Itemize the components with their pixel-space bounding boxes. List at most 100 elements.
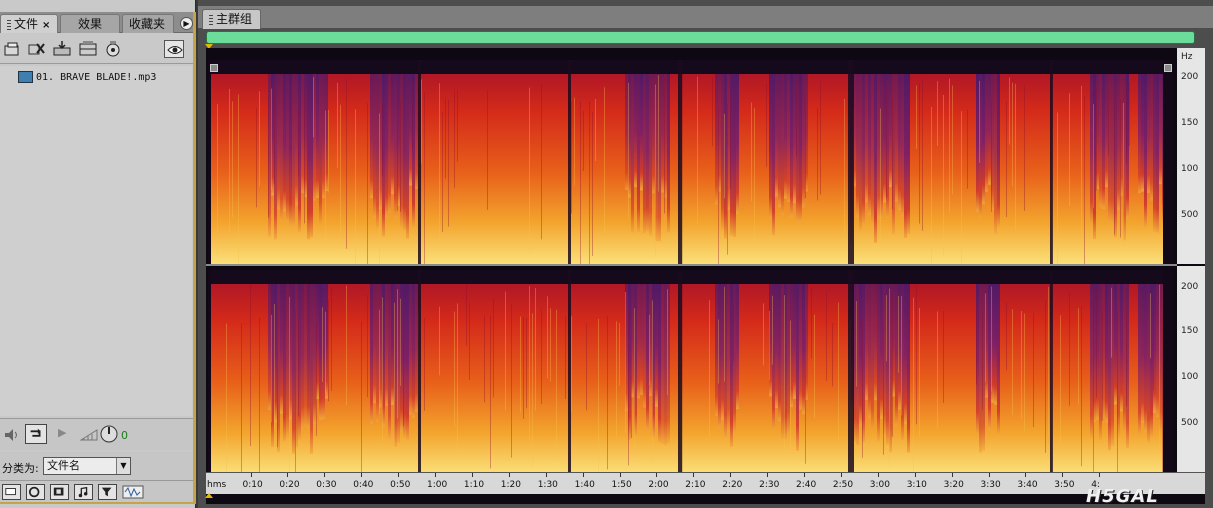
time-label: 1:40: [574, 480, 595, 490]
chevron-down-icon[interactable]: ▼: [116, 458, 130, 474]
tab-favorites-label: 收藏夹: [129, 17, 166, 31]
time-label: 0:40: [353, 480, 374, 490]
import-button[interactable]: [52, 40, 72, 58]
drag-grip-icon[interactable]: [7, 19, 11, 30]
auto-play-button[interactable]: [26, 484, 45, 500]
filter-eye-icon: [101, 487, 112, 497]
audio-file-icon: [18, 71, 33, 83]
import-icon: [53, 41, 71, 56]
volume-knob-icon[interactable]: [99, 424, 119, 444]
file-list[interactable]: 01. BRAVE BLADE!.mp3: [0, 66, 192, 416]
tab-files[interactable]: 文件 ×: [0, 14, 58, 33]
overview-bar[interactable]: [206, 31, 1195, 44]
time-label: 1:20: [500, 480, 522, 490]
close-icon[interactable]: ×: [42, 20, 50, 31]
panel-menu-arrow-icon[interactable]: ▶: [180, 17, 193, 30]
time-label: 3:10: [906, 480, 927, 490]
time-label: 0:20: [279, 480, 300, 490]
open-file-button[interactable]: [2, 40, 22, 58]
speaker-icon[interactable]: [3, 427, 21, 443]
sort-label: 分类为:: [2, 462, 39, 475]
file-panel-footer: [0, 480, 196, 504]
open-folder-icon: [4, 42, 19, 56]
time-label: 2:40: [796, 480, 817, 490]
time-label: 3:00: [869, 480, 891, 490]
y-tick: 200: [1181, 282, 1199, 292]
time-tick: [914, 473, 916, 477]
file-name: 01. BRAVE BLADE!.mp3: [36, 71, 157, 83]
frequency-scale-bottom: 200 150 100 500: [1177, 266, 1205, 472]
time-tick: [324, 473, 326, 477]
loop-button[interactable]: [25, 424, 47, 444]
time-tick: [508, 473, 510, 477]
time-tick: [730, 473, 732, 477]
volume-value: 0: [121, 429, 128, 442]
time-tick: [435, 473, 436, 477]
time-label: 3:30: [980, 480, 1001, 490]
music-note-icon: [78, 486, 88, 498]
time-tick: [361, 473, 363, 477]
time-tick: [545, 473, 547, 477]
panel-focus-border: [193, 12, 196, 504]
film-icon: [53, 487, 64, 496]
playhead-bottom-marker[interactable]: [205, 493, 213, 498]
show-hide-options-button[interactable]: [164, 40, 184, 58]
time-label: 2:10: [685, 480, 706, 490]
time-label: 2:30: [759, 480, 780, 490]
time-label: 3:40: [1017, 480, 1038, 490]
y-tick: 100: [1181, 372, 1199, 382]
tab-effects[interactable]: 效果: [60, 14, 120, 33]
music-button[interactable]: [74, 484, 93, 500]
full-path-button[interactable]: [2, 484, 21, 500]
panel-tab-strip: 文件 × 效果 收藏夹 ▶: [0, 12, 196, 33]
eye-icon: [167, 46, 183, 54]
volume-meter-icon: [80, 429, 98, 441]
drag-grip-icon[interactable]: [209, 14, 213, 25]
spectral-display[interactable]: Hz 200 150 100 500 200 150 100 500 hms 0…: [206, 48, 1205, 507]
time-label: 0:10: [242, 480, 263, 490]
time-tick: [1062, 473, 1064, 477]
play-icon[interactable]: ▶: [58, 426, 66, 439]
time-label: 1:10: [463, 480, 485, 490]
tab-effects-label: 效果: [77, 17, 102, 31]
spectrogram-right-channel[interactable]: [208, 270, 1173, 474]
files-toolbar: [0, 36, 196, 64]
channel-divider[interactable]: [206, 264, 1177, 266]
sort-by-select[interactable]: 文件名 ▼: [43, 457, 131, 475]
list-item[interactable]: 01. BRAVE BLADE!.mp3: [18, 69, 156, 85]
insert-into-multitrack-button[interactable]: [78, 40, 98, 58]
cd-icon: [106, 41, 120, 57]
fade-out-handle[interactable]: [1164, 64, 1172, 72]
tab-main-group[interactable]: 主群组: [202, 9, 262, 29]
loop-preview-button[interactable]: [50, 484, 69, 500]
time-label: 0:30: [316, 480, 337, 490]
time-ruler[interactable]: hms 0:10 0:20 0:30 0:40 0:50 1:00 1:10 1:20 1:30…: [206, 472, 1205, 494]
time-tick: [840, 473, 842, 477]
time-label: 0:50: [390, 480, 411, 490]
close-file-button[interactable]: [26, 40, 46, 58]
sample-icon[interactable]: [122, 485, 146, 499]
time-tick: [287, 473, 289, 477]
time-tick: [951, 473, 953, 477]
time-tick: [1025, 473, 1027, 477]
y-tick: 500: [1181, 210, 1199, 220]
y-tick: 100: [1181, 164, 1199, 174]
time-tick: [988, 473, 990, 477]
time-tick: [767, 473, 769, 477]
time-tick: [619, 473, 621, 477]
time-label: 3:20: [943, 480, 964, 490]
y-tick: 150: [1181, 326, 1199, 336]
time-tick: [804, 473, 805, 477]
insert-into-cd-button[interactable]: [103, 40, 123, 58]
panel-focus-border-bottom: [0, 502, 196, 504]
path-icon: [5, 488, 16, 496]
frequency-scale-top: Hz 200 150 100 500: [1177, 48, 1205, 264]
tab-favorites[interactable]: 收藏夹: [122, 14, 174, 33]
filter-button[interactable]: [98, 484, 117, 500]
time-label: 1:00: [427, 480, 448, 490]
time-label: 1:30: [537, 480, 558, 490]
spectrogram-left-channel[interactable]: [208, 60, 1173, 264]
time-tick: [250, 473, 252, 477]
fade-in-handle[interactable]: [210, 64, 218, 72]
y-tick: 150: [1181, 118, 1199, 128]
